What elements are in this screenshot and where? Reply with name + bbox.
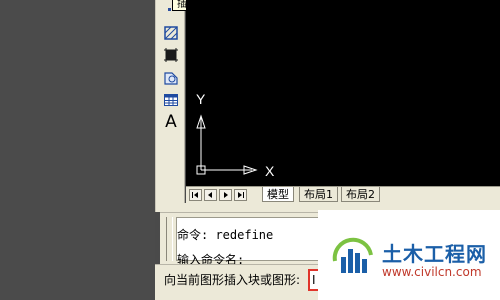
ucs-icon — [196, 114, 258, 175]
command-window-grip[interactable] — [166, 217, 173, 261]
hatch-icon[interactable] — [162, 24, 180, 42]
watermark: 土木工程网 www.civilcn.com — [318, 210, 500, 300]
ucs-y-label: Y — [196, 91, 206, 107]
ucs-x-label: X — [265, 163, 275, 179]
watermark-url: www.civilcn.com — [382, 265, 482, 279]
first-icon[interactable] — [189, 189, 202, 201]
watermark-logo-icon — [332, 237, 373, 273]
background-area — [0, 0, 155, 300]
watermark-title: 土木工程网 — [382, 242, 487, 266]
region-icon[interactable] — [162, 46, 180, 64]
tab-layout1[interactable]: 布局1 — [299, 187, 338, 202]
layout-tabbar: 模型 布局1 布局2 — [186, 186, 500, 203]
next-icon[interactable] — [219, 189, 232, 201]
text-icon-glyph: A — [165, 112, 177, 132]
command-history-line: 命令: redefine — [177, 228, 274, 242]
text-icon[interactable]: A — [162, 112, 180, 132]
tab-model[interactable]: 模型 — [262, 187, 294, 202]
drawing-canvas[interactable]: Y X — [186, 0, 500, 186]
last-icon[interactable] — [234, 189, 247, 201]
tab-layout2[interactable]: 布局2 — [341, 187, 380, 202]
wipeout-icon[interactable] — [162, 69, 180, 87]
draw-toolbar: A — [155, 0, 185, 212]
table-icon[interactable] — [162, 91, 180, 109]
previous-icon[interactable] — [204, 189, 217, 201]
status-prompt-text: 向当前图形插入块或图形: — [164, 273, 301, 287]
